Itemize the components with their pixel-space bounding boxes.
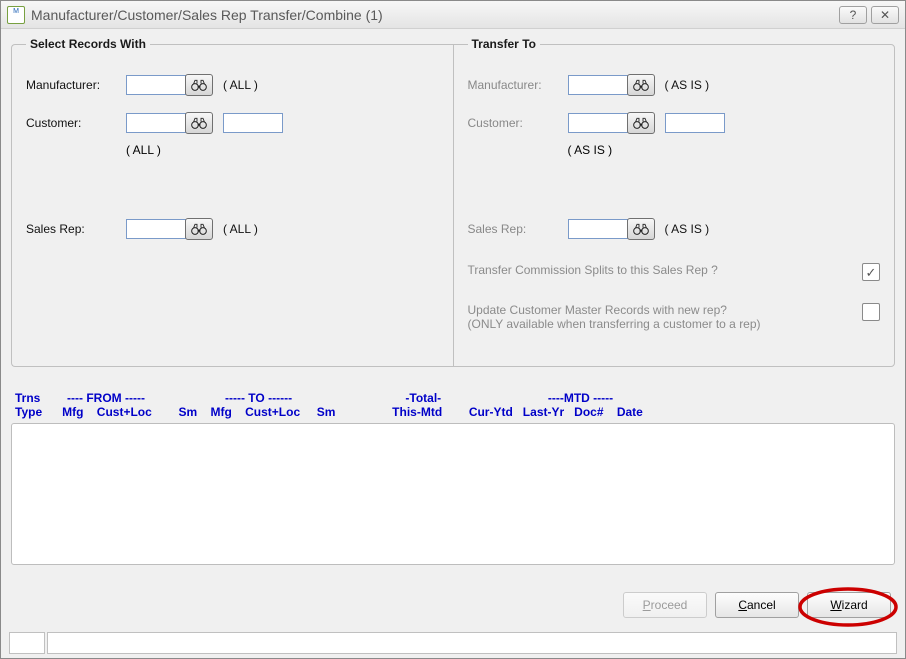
select-mfg-suffix: ( ALL ) xyxy=(223,78,258,92)
transfer-commission-option: Transfer Commission Splits to this Sales… xyxy=(468,263,881,281)
transfer-mfg-suffix: ( AS IS ) xyxy=(665,78,710,92)
wizard-label: Wizard xyxy=(830,598,867,612)
binoculars-icon xyxy=(633,78,649,92)
status-cell-1 xyxy=(9,632,45,654)
select-rep-lookup-button[interactable] xyxy=(185,218,213,240)
binoculars-icon xyxy=(191,222,207,236)
select-cust-lookup-button[interactable] xyxy=(185,112,213,134)
statusbar xyxy=(9,632,897,654)
transfer-cust-note: ( AS IS ) xyxy=(568,143,881,157)
transfer-mfg-lookup-button[interactable] xyxy=(627,74,655,96)
transfer-to-fieldset: Transfer To Manufacturer: ( AS IS ) xyxy=(453,37,896,367)
select-cust-input[interactable] xyxy=(126,113,186,133)
transfer-commission-checkbox[interactable] xyxy=(862,263,880,281)
select-mfg-row: Manufacturer: ( ALL ) xyxy=(26,73,439,97)
binoculars-icon xyxy=(191,78,207,92)
transfer-mfg-input[interactable] xyxy=(568,75,628,95)
action-bar: Proceed Cancel Wizard xyxy=(623,592,891,618)
close-button[interactable]: ✕ xyxy=(871,6,899,24)
transfer-cust-loc-input[interactable] xyxy=(665,113,725,133)
transfer-cust-input[interactable] xyxy=(568,113,628,133)
transfer-rep-suffix: ( AS IS ) xyxy=(665,222,710,236)
select-rep-row: Sales Rep: ( ALL ) xyxy=(26,217,439,241)
transfer-rep-lookup-button[interactable] xyxy=(627,218,655,240)
grid-body[interactable] xyxy=(11,423,895,565)
select-rep-label: Sales Rep: xyxy=(26,222,126,236)
update-master-line2: (ONLY available when transferring a cust… xyxy=(468,317,761,331)
update-master-line1: Update Customer Master Records with new … xyxy=(468,303,727,317)
grid-header-line1: Trns ---- FROM ----- ----- TO ------ -To… xyxy=(15,391,891,405)
transfer-mfg-row: Manufacturer: ( AS IS ) xyxy=(468,73,881,97)
fieldset-row: Select Records With Manufacturer: ( ALL … xyxy=(11,37,895,367)
grid-header-line2: Type Mfg Cust+Loc Sm Mfg Cust+Loc Sm Thi… xyxy=(15,405,891,419)
help-button[interactable]: ? xyxy=(839,6,867,24)
status-cell-2 xyxy=(47,632,897,654)
select-mfg-input[interactable] xyxy=(126,75,186,95)
app-window: M Manufacturer/Customer/Sales Rep Transf… xyxy=(0,0,906,659)
transfer-to-legend: Transfer To xyxy=(468,37,540,51)
transfer-rep-row: Sales Rep: ( AS IS ) xyxy=(468,217,881,241)
select-rep-suffix: ( ALL ) xyxy=(223,222,258,236)
transfer-commission-label: Transfer Commission Splits to this Sales… xyxy=(468,263,851,277)
transfer-rep-label: Sales Rep: xyxy=(468,222,568,236)
select-records-legend: Select Records With xyxy=(26,37,150,51)
proceed-label: Proceed xyxy=(643,598,688,612)
select-cust-label: Customer: xyxy=(26,116,126,130)
select-rep-input[interactable] xyxy=(126,219,186,239)
select-cust-note: ( ALL ) xyxy=(126,143,439,157)
select-cust-row: Customer: xyxy=(26,111,439,135)
titlebar: M Manufacturer/Customer/Sales Rep Transf… xyxy=(1,1,905,29)
select-mfg-lookup-button[interactable] xyxy=(185,74,213,96)
select-records-fieldset: Select Records With Manufacturer: ( ALL … xyxy=(11,37,453,367)
cancel-button[interactable]: Cancel xyxy=(715,592,799,618)
update-master-option: Update Customer Master Records with new … xyxy=(468,303,881,331)
transfer-cust-row: Customer: xyxy=(468,111,881,135)
proceed-button: Proceed xyxy=(623,592,707,618)
binoculars-icon xyxy=(633,222,649,236)
transfer-rep-input[interactable] xyxy=(568,219,628,239)
transfer-cust-label: Customer: xyxy=(468,116,568,130)
transfer-mfg-label: Manufacturer: xyxy=(468,78,568,92)
client-area: Select Records With Manufacturer: ( ALL … xyxy=(1,29,905,658)
select-mfg-label: Manufacturer: xyxy=(26,78,126,92)
update-master-checkbox[interactable] xyxy=(862,303,880,321)
window-title: Manufacturer/Customer/Sales Rep Transfer… xyxy=(31,7,835,23)
grid-header: Trns ---- FROM ----- ----- TO ------ -To… xyxy=(11,391,895,419)
binoculars-icon xyxy=(191,116,207,130)
app-icon: M xyxy=(7,6,25,24)
update-master-label: Update Customer Master Records with new … xyxy=(468,303,851,331)
select-cust-loc-input[interactable] xyxy=(223,113,283,133)
cancel-label: Cancel xyxy=(738,598,775,612)
wizard-button[interactable]: Wizard xyxy=(807,592,891,618)
transfer-cust-lookup-button[interactable] xyxy=(627,112,655,134)
binoculars-icon xyxy=(633,116,649,130)
